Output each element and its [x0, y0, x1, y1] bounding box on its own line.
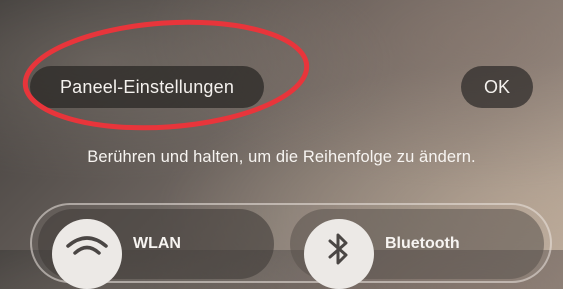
tile-wlan[interactable]: WLAN: [38, 209, 274, 289]
ok-button[interactable]: OK: [461, 66, 533, 108]
tile-bluetooth-label: Bluetooth: [385, 235, 460, 252]
top-bar: Paneel-Einstellungen OK: [0, 0, 563, 120]
reorder-instruction: Berühren und halten, um die Reihenfolge …: [87, 148, 476, 166]
wifi-icon-glyph: [66, 236, 108, 255]
bluetooth-icon-glyph: [328, 233, 348, 265]
panel-settings-button[interactable]: Paneel-Einstellungen: [30, 66, 264, 108]
wifi-icon: [52, 219, 122, 289]
tile-wlan-label: WLAN: [133, 235, 181, 252]
tile-bluetooth[interactable]: Bluetooth: [290, 209, 544, 289]
bluetooth-icon: [304, 219, 374, 289]
